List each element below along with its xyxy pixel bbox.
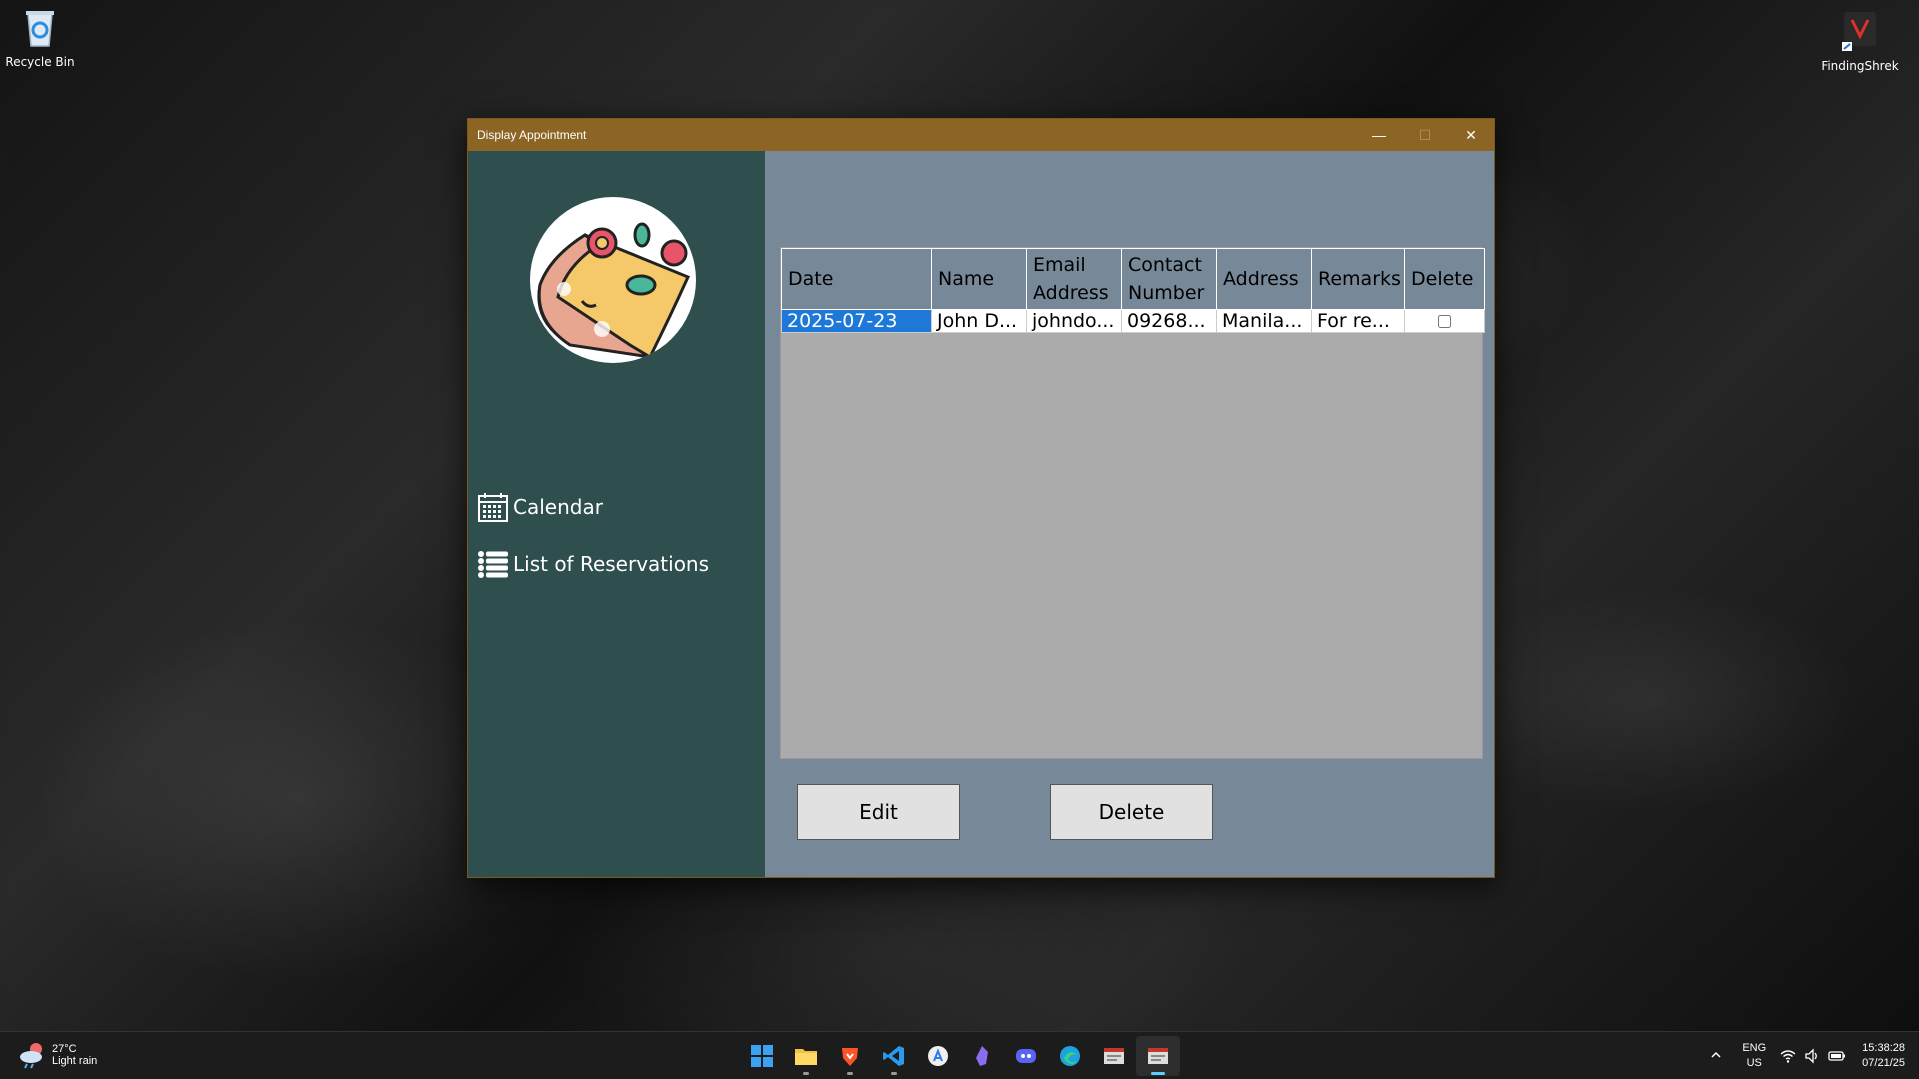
window-title: Display Appointment: [477, 128, 587, 142]
vscode-icon: [883, 1046, 904, 1066]
minimize-button[interactable]: —: [1356, 119, 1402, 151]
grid-header-row: Date Name Email Address Contact Number A…: [781, 248, 1485, 310]
taskbar-clock[interactable]: 15:38:28 07/21/25: [1862, 1041, 1905, 1071]
cell-name[interactable]: John D...: [931, 309, 1027, 333]
nav-calendar[interactable]: Calendar: [477, 491, 603, 523]
taskbar-app-store[interactable]: [916, 1036, 960, 1076]
delete-checkbox[interactable]: [1438, 315, 1451, 328]
obsidian-icon: [976, 1046, 988, 1066]
nav-list-label: List of Reservations: [513, 552, 710, 576]
cell-delete[interactable]: [1404, 309, 1485, 333]
list-icon: [478, 551, 508, 578]
brave-browser-icon: [842, 1048, 858, 1066]
column-header-address[interactable]: Address: [1216, 248, 1312, 310]
folder-icon: [795, 1049, 817, 1065]
taskbar-vscode[interactable]: [872, 1036, 916, 1076]
cell-contact[interactable]: 09268...: [1121, 309, 1217, 333]
window-titlebar[interactable]: Display Appointment — ☐ ✕: [468, 119, 1494, 151]
appointments-grid[interactable]: Date Name Email Address Contact Number A…: [780, 247, 1485, 759]
pizza-icon: [537, 222, 691, 359]
taskbar-app-window-1[interactable]: [1092, 1036, 1136, 1076]
taskbar-edge[interactable]: [1048, 1036, 1092, 1076]
cell-address[interactable]: Manila...: [1216, 309, 1312, 333]
weather-rain-icon: [20, 1043, 42, 1069]
cell-email[interactable]: johndo...: [1026, 309, 1122, 333]
display-appointment-window: Display Appointment — ☐ ✕ Calendar List …: [467, 118, 1495, 878]
language-indicator[interactable]: ENG US: [1742, 1041, 1766, 1071]
delete-button[interactable]: Delete: [1050, 784, 1213, 840]
battery-icon: [1828, 1051, 1846, 1061]
weather-desc: Light rain: [52, 1055, 98, 1067]
windows-logo-icon: [751, 1045, 773, 1067]
weather-widget[interactable]: 27°C Light rain: [18, 1040, 97, 1070]
edge-icon: [1060, 1046, 1080, 1066]
taskbar-file-explorer[interactable]: [784, 1036, 828, 1076]
findingshrek-desktop-icon[interactable]: FindingShrek: [1820, 10, 1900, 73]
taskbar-obsidian[interactable]: [960, 1036, 1004, 1076]
language-code: ENG: [1742, 1042, 1767, 1054]
app-window-icon: [1148, 1048, 1168, 1064]
taskbar-brave[interactable]: [828, 1036, 872, 1076]
edit-button[interactable]: Edit: [797, 784, 960, 840]
maximize-button: ☐: [1418, 126, 1432, 143]
column-header-remarks[interactable]: Remarks: [1311, 248, 1405, 310]
taskbar-apps: [740, 1036, 1180, 1076]
recycle-bin-label: Recycle Bin: [5, 55, 75, 69]
column-header-delete[interactable]: Delete: [1404, 248, 1485, 310]
cell-date[interactable]: 2025-07-23: [781, 309, 932, 333]
volume-icon: [1805, 1048, 1818, 1064]
recycle-bin-icon: [26, 11, 54, 47]
weather-temp: 27°C: [52, 1043, 77, 1055]
column-header-date[interactable]: Date: [781, 248, 932, 310]
quick-settings[interactable]: [1780, 1048, 1846, 1064]
chevron-up-icon: [1711, 1051, 1721, 1058]
column-header-contact[interactable]: Contact Number: [1121, 248, 1217, 310]
taskbar-discord[interactable]: [1004, 1036, 1048, 1076]
app-window-icon: [1104, 1048, 1124, 1064]
column-header-email[interactable]: Email Address: [1026, 248, 1122, 310]
show-hidden-icons-button[interactable]: [1710, 1049, 1722, 1064]
discord-icon: [1016, 1049, 1036, 1063]
wifi-icon: [1780, 1050, 1796, 1063]
recycle-bin-desktop-icon[interactable]: Recycle Bin: [0, 6, 80, 69]
clock-date: 07/21/25: [1862, 1057, 1905, 1069]
pizza-logo: [530, 197, 696, 363]
clock-time: 15:38:28: [1862, 1042, 1905, 1054]
app-store-icon: [928, 1046, 948, 1066]
nav-list-of-reservations[interactable]: List of Reservations: [477, 548, 709, 580]
taskbar-display-appointment[interactable]: [1136, 1036, 1180, 1076]
sidebar: Calendar List of Reservations: [468, 151, 765, 877]
system-tray: ENG US 15:38:28 07/21/25: [1710, 1032, 1919, 1079]
taskbar: 27°C Light rain ENG US 15:38:28 07/21/25: [0, 1031, 1919, 1079]
table-row[interactable]: 2025-07-23 John D... johndo... 09268... …: [781, 309, 1485, 333]
language-region: US: [1746, 1057, 1762, 1069]
cell-remarks[interactable]: For re...: [1311, 309, 1405, 333]
findingshrek-label: FindingShrek: [1821, 59, 1899, 73]
start-button[interactable]: [740, 1036, 784, 1076]
close-button[interactable]: ✕: [1448, 119, 1494, 151]
calendar-icon: [478, 493, 508, 522]
nav-calendar-label: Calendar: [513, 495, 603, 519]
findingshrek-app-icon: [1842, 12, 1876, 51]
column-header-name[interactable]: Name: [931, 248, 1027, 310]
